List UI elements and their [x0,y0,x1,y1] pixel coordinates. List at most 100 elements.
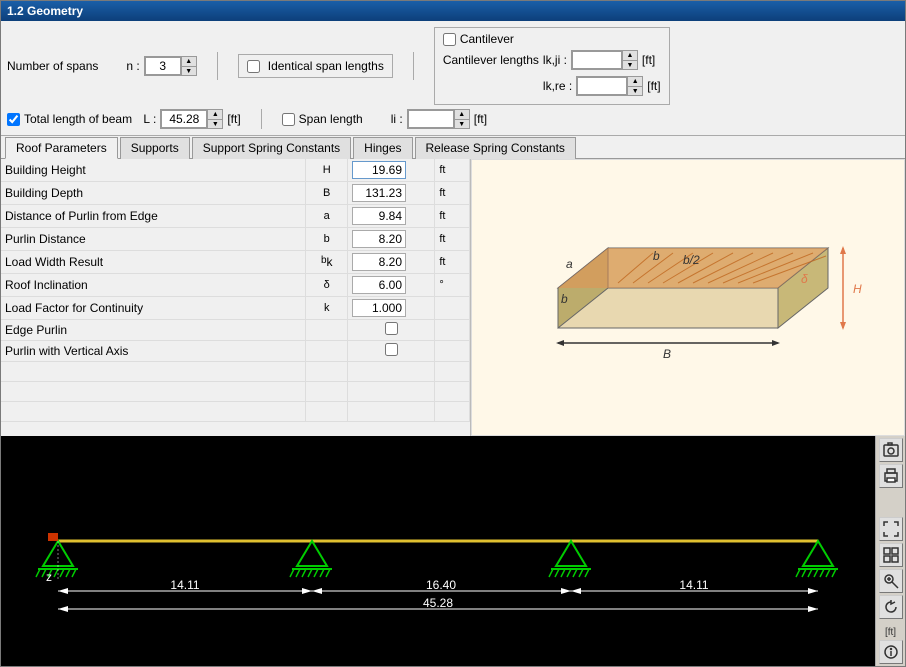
screenshot-btn[interactable] [879,438,903,462]
param-unit: ft [435,159,470,182]
lk-re-unit: [ft] [647,79,660,93]
span-length-group: Span length li : ▲ ▼ [ft] [282,109,487,129]
param-value-cell: 131.23 [348,182,435,205]
svg-text:b: b [653,249,660,263]
divider1 [217,52,218,80]
fit-btn[interactable] [879,517,903,541]
param-symbol: B [306,182,348,205]
tab-roof-parameters[interactable]: Roof Parameters [5,137,118,159]
svg-text:a: a [566,257,573,271]
diagram-area: H B [471,159,905,436]
n-spinner[interactable]: ▲ ▼ [144,56,197,76]
table-row: Distance of Purlin from Edge a 9.84 ft [1,205,470,228]
param-name: Roof Inclination [1,274,306,297]
lk-ji-spinner[interactable]: ▲ ▼ [571,50,638,70]
lk-ji-down[interactable]: ▼ [623,60,637,69]
identical-span-checkbox[interactable] [247,60,260,73]
lk-re-up[interactable]: ▲ [628,77,642,86]
param-name: Distance of Purlin from Edge [1,205,306,228]
table-row [1,402,470,422]
lk-re-spinner[interactable]: ▲ ▼ [576,76,643,96]
param-value-cell: 6.00 [348,274,435,297]
cantilever-lengths: Cantilever lengths lk,ji : ▲ ▼ [ft] Can [443,50,661,100]
table-row: Purlin Distance b 8.20 ft [1,228,470,251]
edge-purlin-checkbox[interactable] [385,322,398,335]
L-spinner[interactable]: ▲ ▼ [160,109,223,129]
rotate-btn[interactable] [879,595,903,619]
svg-text:b: b [561,292,568,306]
cantilever-checkbox[interactable] [443,33,456,46]
right-toolbar: [ft] [875,436,905,666]
param-symbol [306,341,348,362]
n-input[interactable] [145,57,181,75]
L-input[interactable] [161,110,207,128]
L-down-btn[interactable]: ▼ [208,119,222,128]
param-symbol: b [306,228,348,251]
toolbar-bottom: [ft] [879,517,903,664]
li-spinner[interactable]: ▲ ▼ [407,109,470,129]
tab-release-spring[interactable]: Release Spring Constants [415,137,576,159]
table-row: Load Width Result bk 8.20 ft [1,251,470,274]
params-table: Building Height H 19.69 ft Building Dept… [1,159,471,436]
top-section: Number of spans n : ▲ ▼ Identical span l… [1,21,905,136]
span-length-checkbox[interactable] [282,113,295,126]
param-name: Edge Purlin [1,320,306,341]
n-up-btn[interactable]: ▲ [182,57,196,66]
param-symbol: k [306,297,348,320]
param-name: Building Depth [1,182,306,205]
n-down-btn[interactable]: ▼ [182,66,196,75]
window-title: 1.2 Geometry [7,4,83,18]
param-value-cell [348,341,435,362]
param-unit: ft [435,251,470,274]
lk-re-down[interactable]: ▼ [628,86,642,95]
divider3 [261,109,262,129]
purlin-vertical-checkbox[interactable] [385,343,398,356]
divider2 [413,52,414,80]
param-unit: ° [435,274,470,297]
svg-text:16.40: 16.40 [426,578,456,592]
li-input[interactable] [408,110,454,128]
li-label: li : [391,112,403,126]
svg-text:B: B [663,347,671,361]
total-length-checkbox[interactable] [7,113,20,126]
grid-btn[interactable] [879,543,903,567]
li-down-btn[interactable]: ▼ [455,119,469,128]
param-unit [435,341,470,362]
L-label: L : [143,112,156,126]
param-name: Load Factor for Continuity [1,297,306,320]
svg-text:45.28: 45.28 [423,596,453,610]
param-unit [435,320,470,341]
info-btn[interactable] [879,640,903,664]
toolbar-top [879,438,903,488]
identical-span-group: Identical span lengths [238,54,393,78]
svg-text:b/2: b/2 [683,253,700,267]
tab-hinges[interactable]: Hinges [353,137,412,159]
table-row [1,362,470,382]
span-length-label: Span length [299,112,363,126]
tab-support-spring[interactable]: Support Spring Constants [192,137,351,159]
lk-ji-up[interactable]: ▲ [623,51,637,60]
top-row2: Total length of beam L : ▲ ▼ [ft] Span l… [7,109,899,129]
print-btn[interactable] [879,464,903,488]
L-up-btn[interactable]: ▲ [208,110,222,119]
tab-supports[interactable]: Supports [120,137,190,159]
total-length-label: Total length of beam [24,112,132,126]
zoom-btn[interactable] [879,569,903,593]
lk-ji-label: lk,ji : [543,53,567,67]
spans-label: Number of spans [7,59,98,73]
lk-ji-input[interactable] [572,51,622,69]
lk-re-input[interactable] [577,77,627,95]
svg-text:z: z [46,570,52,584]
title-bar: 1.2 Geometry [1,1,905,21]
cantilever-lengths-label: Cantilever lengths [443,53,539,67]
param-value: 131.23 [352,184,406,202]
tabs-section: Roof Parameters Supports Support Spring … [1,136,905,436]
top-row1: Number of spans n : ▲ ▼ Identical span l… [7,27,899,105]
param-name: Load Width Result [1,251,306,274]
param-value-cell: 19.69 [348,159,435,182]
li-up-btn[interactable]: ▲ [455,110,469,119]
bottom-section: 14.11 16.40 14.11 45.28 z [1,436,905,666]
param-value-cell: 1.000 [348,297,435,320]
param-unit: ft [435,228,470,251]
spans-group: Number of spans n : ▲ ▼ [7,56,197,76]
